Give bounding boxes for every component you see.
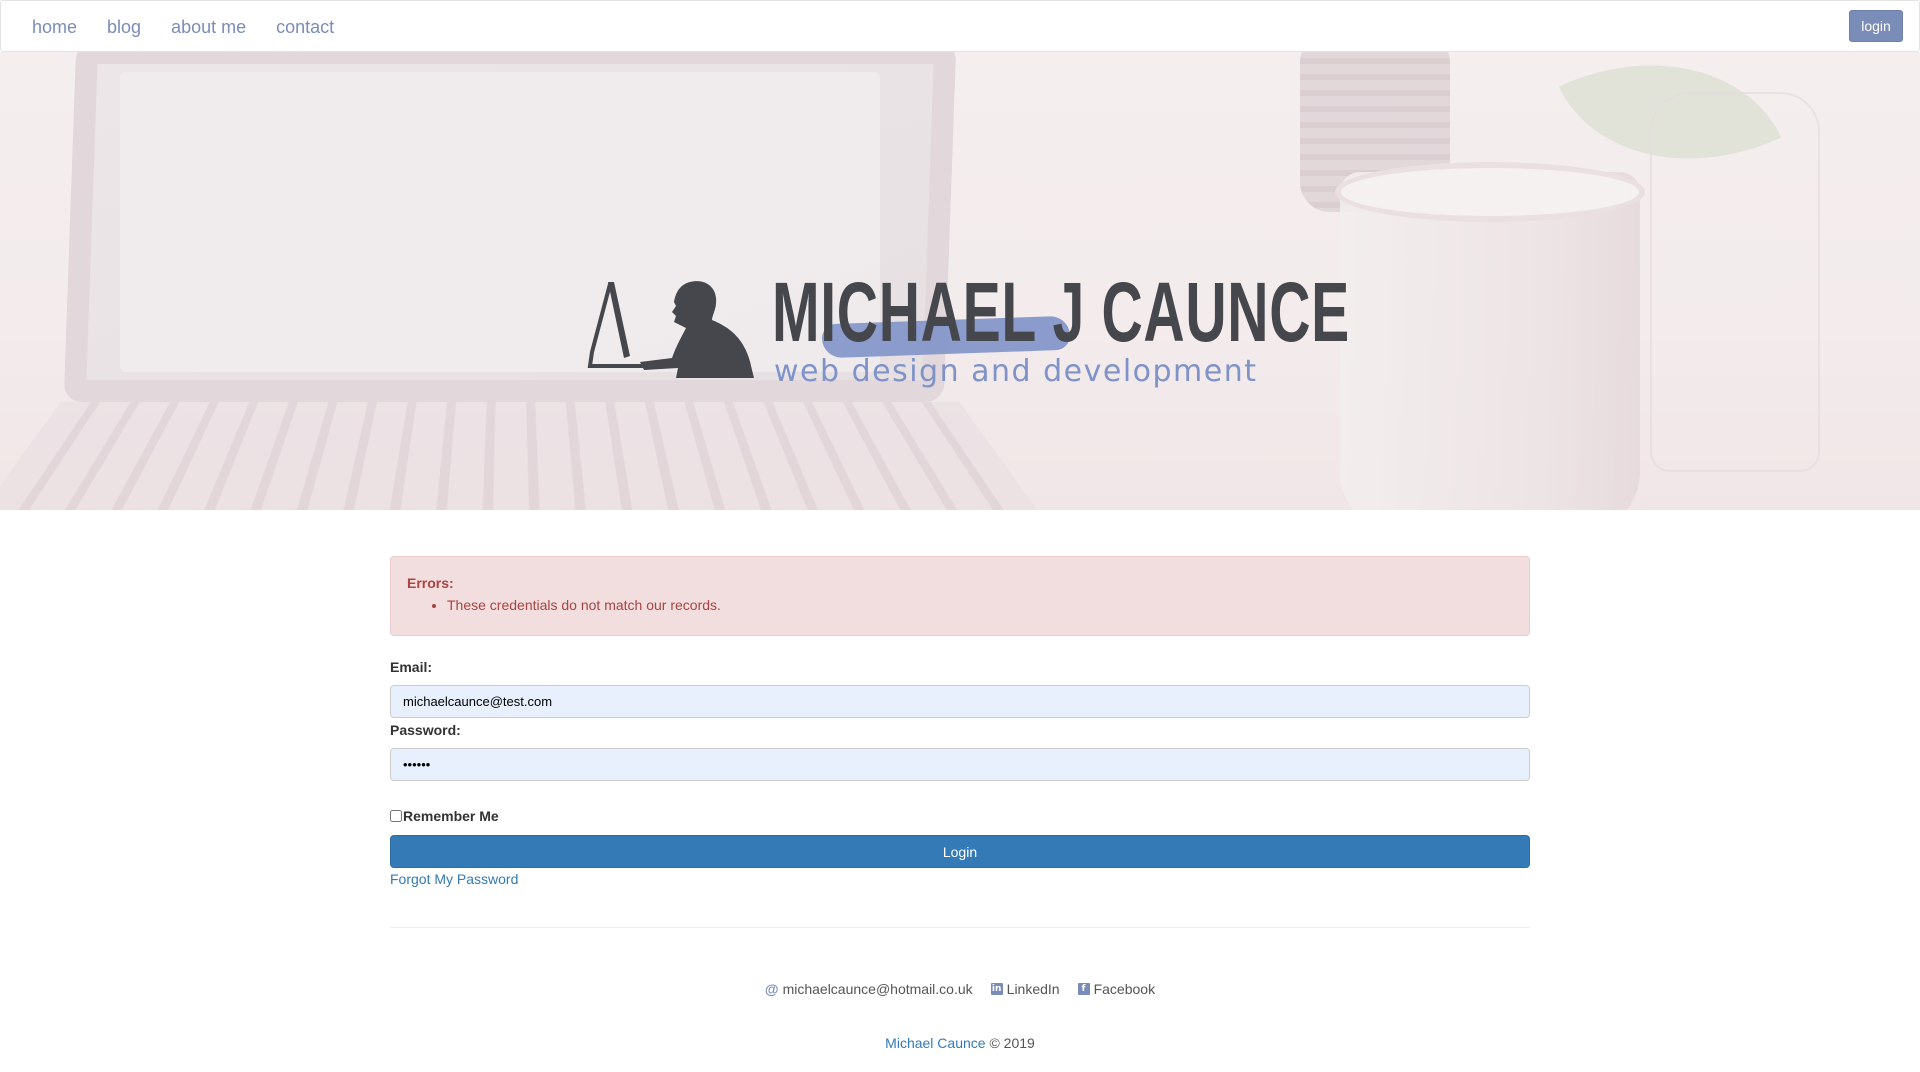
nav-links: home blog about me contact (17, 1, 349, 53)
remember-me-label: Remember Me (403, 808, 499, 824)
nav-link-blog[interactable]: blog (92, 1, 156, 53)
at-icon: @ (764, 981, 779, 997)
email-label: Email: (390, 659, 433, 675)
footer-email-link[interactable]: @ michaelcaunce@hotmail.co.uk (765, 981, 973, 997)
logo-tagline: web design and development (774, 354, 1258, 389)
password-field[interactable] (390, 748, 1530, 781)
error-message: These credentials do not match our recor… (447, 597, 1513, 613)
hero-background-cup (1340, 172, 1640, 510)
footer-facebook-text: Facebook (1093, 981, 1156, 997)
site-logo: MICHAEL J CAUNCE web design and developm… (586, 222, 1349, 392)
hero-banner: MICHAEL J CAUNCE web design and developm… (0, 52, 1920, 510)
error-alert: Errors: These credentials do not match o… (390, 556, 1530, 636)
logo-name-text: MICHAEL J CAUNCE (772, 265, 1350, 359)
footer-facebook-link[interactable]: f Facebook (1077, 981, 1156, 997)
facebook-icon: f (1077, 983, 1090, 995)
top-navbar: home blog about me contact login (0, 0, 1920, 52)
footer-links: @ michaelcaunce@hotmail.co.uk in LinkedI… (0, 981, 1920, 997)
hero-background-cup-rim (1335, 162, 1645, 222)
forgot-password-link[interactable]: Forgot My Password (390, 871, 518, 887)
login-submit-button[interactable]: Login (390, 835, 1530, 868)
nav-link-home[interactable]: home (17, 1, 92, 53)
linkedin-icon: in (990, 983, 1003, 995)
person-at-computer-icon (587, 281, 754, 378)
email-field[interactable] (390, 685, 1530, 718)
footer-email-text: michaelcaunce@hotmail.co.uk (782, 981, 973, 997)
error-list: These credentials do not match our recor… (407, 597, 1513, 613)
copyright-text: © 2019 (989, 1035, 1035, 1051)
nav-link-contact[interactable]: contact (261, 1, 349, 53)
error-alert-title: Errors: (407, 575, 454, 591)
copyright-name-link[interactable]: Michael Caunce (885, 1035, 985, 1051)
nav-link-about-me[interactable]: about me (156, 1, 261, 53)
footer-linkedin-text: LinkedIn (1006, 981, 1060, 997)
hero-background-glass (1650, 92, 1820, 472)
remember-me-checkbox[interactable] (390, 810, 402, 822)
copyright: Michael Caunce © 2019 (0, 1035, 1920, 1051)
hero-background-keyboard (0, 401, 1074, 510)
nav-login-button[interactable]: login (1849, 10, 1903, 42)
remember-me-row: Remember Me (390, 808, 499, 824)
footer-divider (390, 927, 1530, 928)
footer-linkedin-link[interactable]: in LinkedIn (990, 981, 1060, 997)
password-label: Password: (390, 722, 461, 738)
